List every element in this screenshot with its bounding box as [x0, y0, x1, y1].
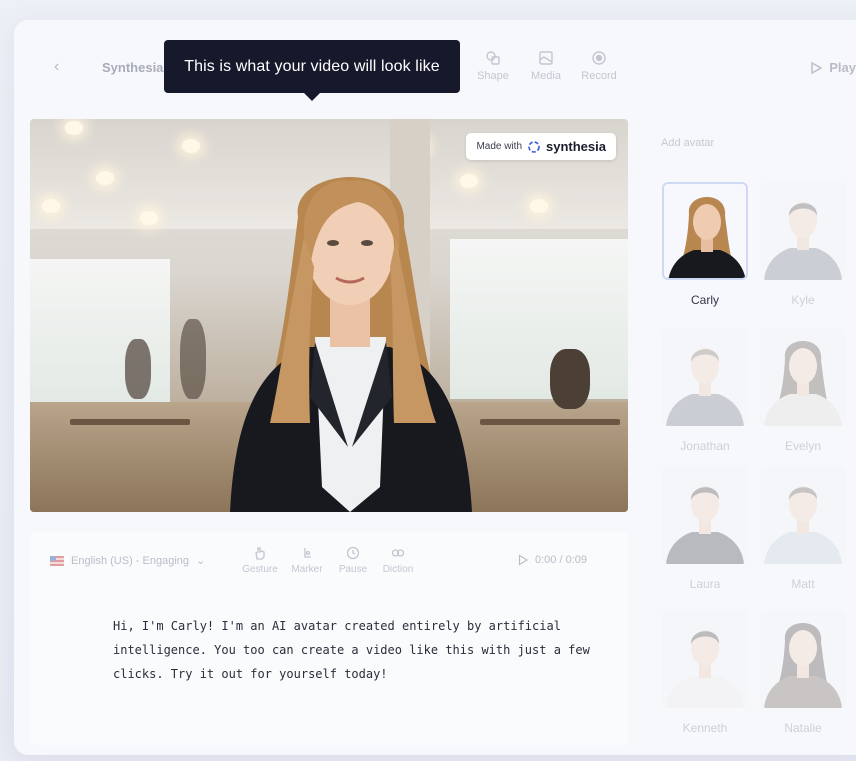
avatar-portrait — [764, 341, 842, 426]
avatar-portrait — [666, 630, 744, 708]
tool-label: Marker — [291, 564, 323, 575]
timer-text: 0:00 / 0:09 — [535, 554, 587, 566]
avatar-name: Kyle — [791, 293, 815, 307]
us-flag-icon — [50, 555, 64, 566]
play-icon — [518, 554, 529, 566]
marker-icon — [304, 548, 311, 558]
avatar-tile-kenneth[interactable] — [662, 610, 748, 708]
back-icon[interactable]: ‹ — [54, 58, 59, 76]
tool-label: Record — [581, 70, 617, 82]
play-label: Play — [829, 60, 856, 75]
avatar-name: Evelyn — [784, 439, 822, 453]
script-editor: English (US) - Engaging ⌄ Gesture Marker… — [30, 532, 628, 745]
tool-label: Diction — [382, 564, 414, 575]
tooltip-text: This is what your video will look like — [184, 57, 440, 75]
media-icon — [539, 51, 553, 65]
avatar-tile-kyle[interactable] — [760, 182, 846, 280]
tool-pause[interactable]: Pause — [333, 546, 373, 575]
playback-timer[interactable]: 0:00 / 0:09 — [517, 554, 587, 566]
avatar-tile-evelyn[interactable] — [760, 328, 846, 426]
panel-title: Add avatar — [661, 137, 715, 149]
play-button[interactable]: Play — [809, 60, 856, 75]
project-name[interactable]: Synthesia — [102, 60, 163, 75]
avatar-portrait — [764, 202, 842, 280]
synthesia-watermark: Made with synthesia — [466, 133, 616, 160]
avatar-name: Jonathan — [680, 439, 730, 453]
shape-icon — [486, 51, 500, 65]
avatar-portrait — [666, 486, 744, 564]
avatar-portrait — [764, 623, 842, 708]
avatar-name: Carly — [690, 293, 719, 307]
tool-label: Gesture — [242, 564, 278, 575]
language-select[interactable]: English (US) - Engaging ⌄ — [50, 554, 205, 567]
script-text[interactable]: Hi, I'm Carly! I'm an AI avatar created … — [113, 614, 593, 686]
avatar-portrait — [668, 197, 746, 278]
language-label: English (US) - Engaging — [71, 554, 190, 567]
watermark-prefix: Made with — [476, 141, 523, 152]
avatar-tile-jonathan[interactable] — [662, 328, 748, 426]
avatar-portrait — [666, 348, 744, 426]
tool-label: Media — [531, 70, 561, 82]
avatar-tile-laura[interactable] — [662, 466, 748, 564]
pause-icon — [346, 546, 360, 560]
avatar-name: Laura — [689, 577, 721, 591]
tool-shape[interactable]: Shape — [471, 50, 515, 82]
play-icon — [811, 61, 823, 74]
video-preview[interactable]: Made with synthesia — [30, 119, 628, 512]
tool-gesture[interactable]: Gesture — [240, 546, 280, 575]
preview-tooltip: This is what your video will look like — [164, 40, 460, 101]
tool-media[interactable]: Media — [524, 50, 568, 82]
diction-icon — [391, 549, 405, 557]
chevron-down-icon: ⌄ — [196, 555, 206, 567]
watermark-brand: synthesia — [546, 139, 606, 154]
tool-marker[interactable]: Marker — [287, 546, 327, 575]
avatar-tile-matt[interactable] — [760, 466, 846, 564]
tool-label: Shape — [477, 70, 509, 82]
avatar-name: Matt — [791, 577, 815, 591]
avatar-name: Natalie — [784, 721, 822, 735]
tool-diction[interactable]: Diction — [378, 546, 418, 575]
synthesia-logo-icon — [528, 140, 540, 153]
avatar-carly-figure — [230, 177, 472, 512]
gesture-icon — [255, 547, 265, 560]
record-icon — [592, 51, 606, 65]
tool-label: Pause — [338, 564, 368, 575]
avatar-name: Kenneth — [682, 721, 728, 735]
avatar-portrait — [764, 486, 842, 564]
avatar-tile-natalie[interactable] — [760, 610, 846, 708]
avatar-tile-carly[interactable] — [662, 182, 748, 280]
tool-record[interactable]: Record — [577, 50, 621, 82]
